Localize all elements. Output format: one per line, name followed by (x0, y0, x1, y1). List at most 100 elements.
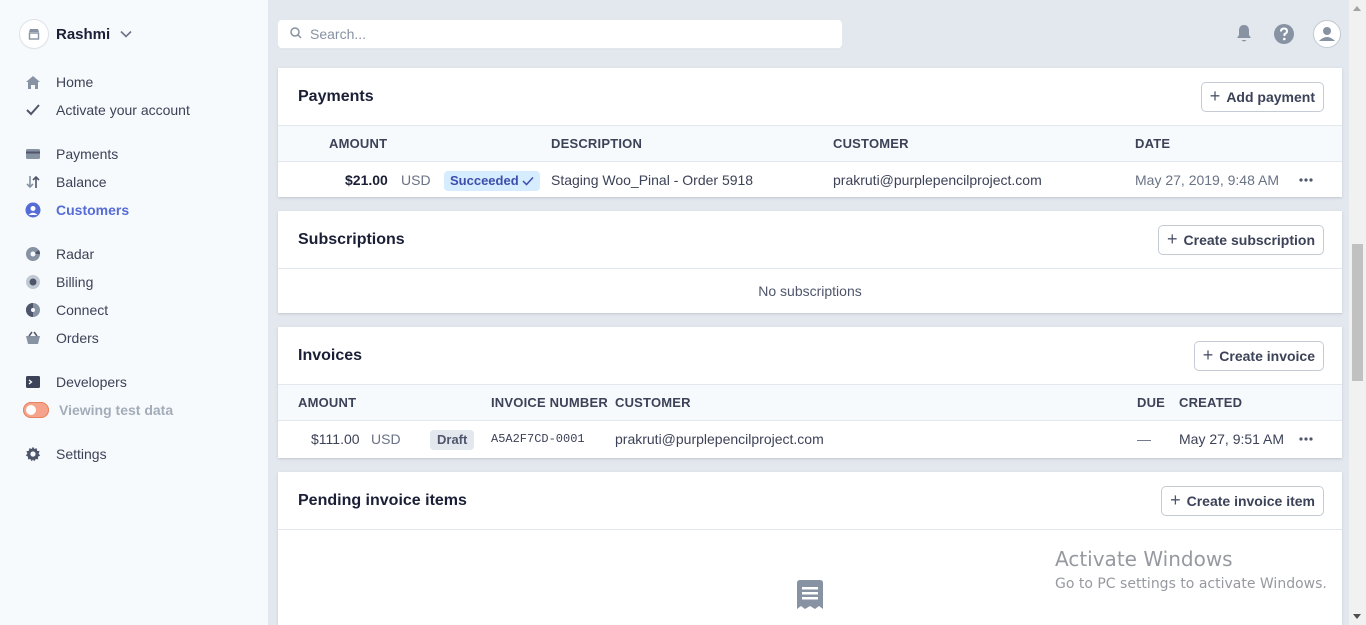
help-icon[interactable] (1270, 20, 1298, 48)
scrollbar-thumb[interactable] (1352, 244, 1363, 381)
sidebar-item-label: Connect (56, 302, 109, 318)
column-header: CUSTOMER (833, 136, 909, 151)
plus-icon: + (1209, 85, 1221, 106)
invoices-title: Invoices (298, 346, 363, 364)
toggle-switch[interactable] (23, 402, 49, 418)
sidebar-item-connect[interactable]: Connect (24, 299, 108, 321)
column-header: DESCRIPTION (551, 136, 643, 151)
pending-header: Pending invoice items + Create invoice it… (278, 472, 1342, 530)
sidebar-item-settings[interactable]: Settings (24, 443, 107, 465)
status-label: Succeeded (450, 173, 519, 188)
sidebar-item-home[interactable]: Home (24, 71, 93, 93)
sidebar-item-label: Customers (56, 202, 130, 218)
subscriptions-card: Subscriptions + Create subscription No su… (278, 211, 1342, 313)
column-header: AMOUNT (329, 136, 388, 151)
create-subscription-button[interactable]: + Create subscription (1159, 225, 1323, 254)
sidebar-item-label: Balance (56, 174, 107, 190)
more-options-icon[interactable] (1299, 162, 1313, 198)
sidebar-item-customers[interactable]: Customers (24, 199, 129, 221)
pending-title: Pending invoice items (298, 491, 467, 509)
scroll-down-arrow-icon[interactable] (1353, 614, 1361, 619)
sidebar-item-orders[interactable]: Orders (24, 327, 99, 349)
column-header: INVOICE NUMBER (491, 395, 608, 410)
column-header: AMOUNT (298, 395, 357, 410)
sidebar: Rashmi Home Activate your account Paymen… (0, 0, 268, 625)
column-header: CREATED (1179, 395, 1243, 410)
create-invoice-button[interactable]: + Create invoice (1194, 341, 1323, 370)
payments-card: Payments + Add payment AMOUNT DESCRIPTION… (278, 68, 1342, 197)
sidebar-item-label: Radar (56, 246, 95, 262)
sidebar-item-label: Billing (56, 274, 94, 290)
customers-icon (24, 201, 42, 219)
store-icon (20, 20, 48, 48)
windows-activation-watermark: Activate Windows Go to PC settings to ac… (1055, 547, 1327, 592)
status-badge: Succeeded (444, 171, 540, 191)
create-invoice-item-label: Create invoice item (1186, 492, 1315, 509)
orders-icon (24, 329, 42, 347)
search-input[interactable] (310, 26, 810, 42)
sidebar-item-payments[interactable]: Payments (24, 143, 118, 165)
status-badge: Draft (430, 430, 475, 450)
balance-icon (24, 173, 42, 191)
add-payment-label: Add payment (1226, 88, 1315, 105)
account-name: Rashmi (56, 25, 111, 43)
search-icon (290, 26, 302, 42)
sidebar-item-label: Settings (56, 446, 107, 462)
more-options-icon[interactable] (1299, 421, 1313, 457)
invoices-header: Invoices + Create invoice (278, 327, 1342, 385)
column-header: CUSTOMER (615, 395, 691, 410)
column-header: DATE (1135, 136, 1171, 151)
page-scrollbar[interactable] (1349, 0, 1366, 625)
payments-title: Payments (298, 87, 374, 105)
checkmark-icon (522, 176, 534, 186)
user-avatar-icon[interactable] (1313, 20, 1341, 48)
sidebar-item-balance[interactable]: Balance (24, 171, 107, 193)
invoice-customer: prakruti@purplepencilproject.com (615, 431, 824, 447)
home-icon (24, 73, 42, 91)
plus-icon: + (1167, 228, 1178, 249)
payment-customer: prakruti@purplepencilproject.com (833, 172, 1042, 188)
table-row[interactable]: $111.00 USD Draft A5A2F7CD-0001 prakruti… (278, 421, 1342, 457)
payment-amount: $21.00 (345, 172, 388, 188)
column-header: DUE (1137, 395, 1166, 410)
watermark-title: Activate Windows (1055, 547, 1233, 571)
checkmark-icon (24, 101, 42, 119)
test-data-toggle[interactable]: Viewing test data (23, 399, 174, 421)
sidebar-item-label: Home (56, 74, 94, 90)
payments-table-header: AMOUNT DESCRIPTION CUSTOMER DATE (278, 126, 1342, 162)
subscriptions-header: Subscriptions + Create subscription (278, 211, 1342, 269)
sidebar-item-radar[interactable]: Radar (24, 243, 94, 265)
plus-icon: + (1170, 489, 1181, 510)
sidebar-item-developers[interactable]: Developers (24, 371, 127, 393)
sidebar-item-label: Payments (56, 146, 119, 162)
payment-description: Staging Woo_Pinal - Order 5918 (551, 172, 754, 188)
watermark-subtitle: Go to PC settings to activate Windows. (1055, 576, 1327, 592)
search-bar[interactable] (278, 20, 842, 48)
notifications-bell-icon[interactable] (1230, 20, 1258, 48)
invoice-number: A5A2F7CD-0001 (491, 432, 585, 446)
payments-icon (24, 145, 42, 163)
subscriptions-title: Subscriptions (298, 230, 405, 248)
payments-header: Payments + Add payment (278, 68, 1342, 126)
empty-state-message: No subscriptions (758, 283, 862, 299)
invoices-table-header: AMOUNT INVOICE NUMBER CUSTOMER DUE CREAT… (278, 385, 1342, 421)
developers-icon (24, 373, 42, 391)
radar-icon (24, 245, 42, 263)
create-subscription-label: Create subscription (1183, 231, 1315, 248)
invoice-created: May 27, 9:51 AM (1179, 431, 1285, 447)
receipt-icon (795, 579, 825, 614)
sidebar-item-activate-account[interactable]: Activate your account (24, 99, 190, 121)
add-payment-button[interactable]: + Add payment (1201, 82, 1323, 111)
account-switcher[interactable]: Rashmi (20, 20, 132, 48)
table-row[interactable]: $21.00 USD Succeeded Staging Woo_Pinal -… (278, 162, 1342, 198)
plus-icon: + (1202, 344, 1214, 365)
create-invoice-item-button[interactable]: + Create invoice item (1162, 486, 1323, 515)
scroll-up-arrow-icon[interactable] (1353, 6, 1361, 11)
invoices-card: Invoices + Create invoice AMOUNT INVOICE … (278, 327, 1342, 458)
payment-currency: USD (401, 172, 431, 188)
billing-icon (24, 273, 42, 291)
create-invoice-label: Create invoice (1219, 347, 1315, 364)
sidebar-item-billing[interactable]: Billing (24, 271, 93, 293)
sidebar-item-label: Viewing test data (59, 402, 174, 418)
sidebar-item-label: Activate your account (56, 102, 190, 118)
